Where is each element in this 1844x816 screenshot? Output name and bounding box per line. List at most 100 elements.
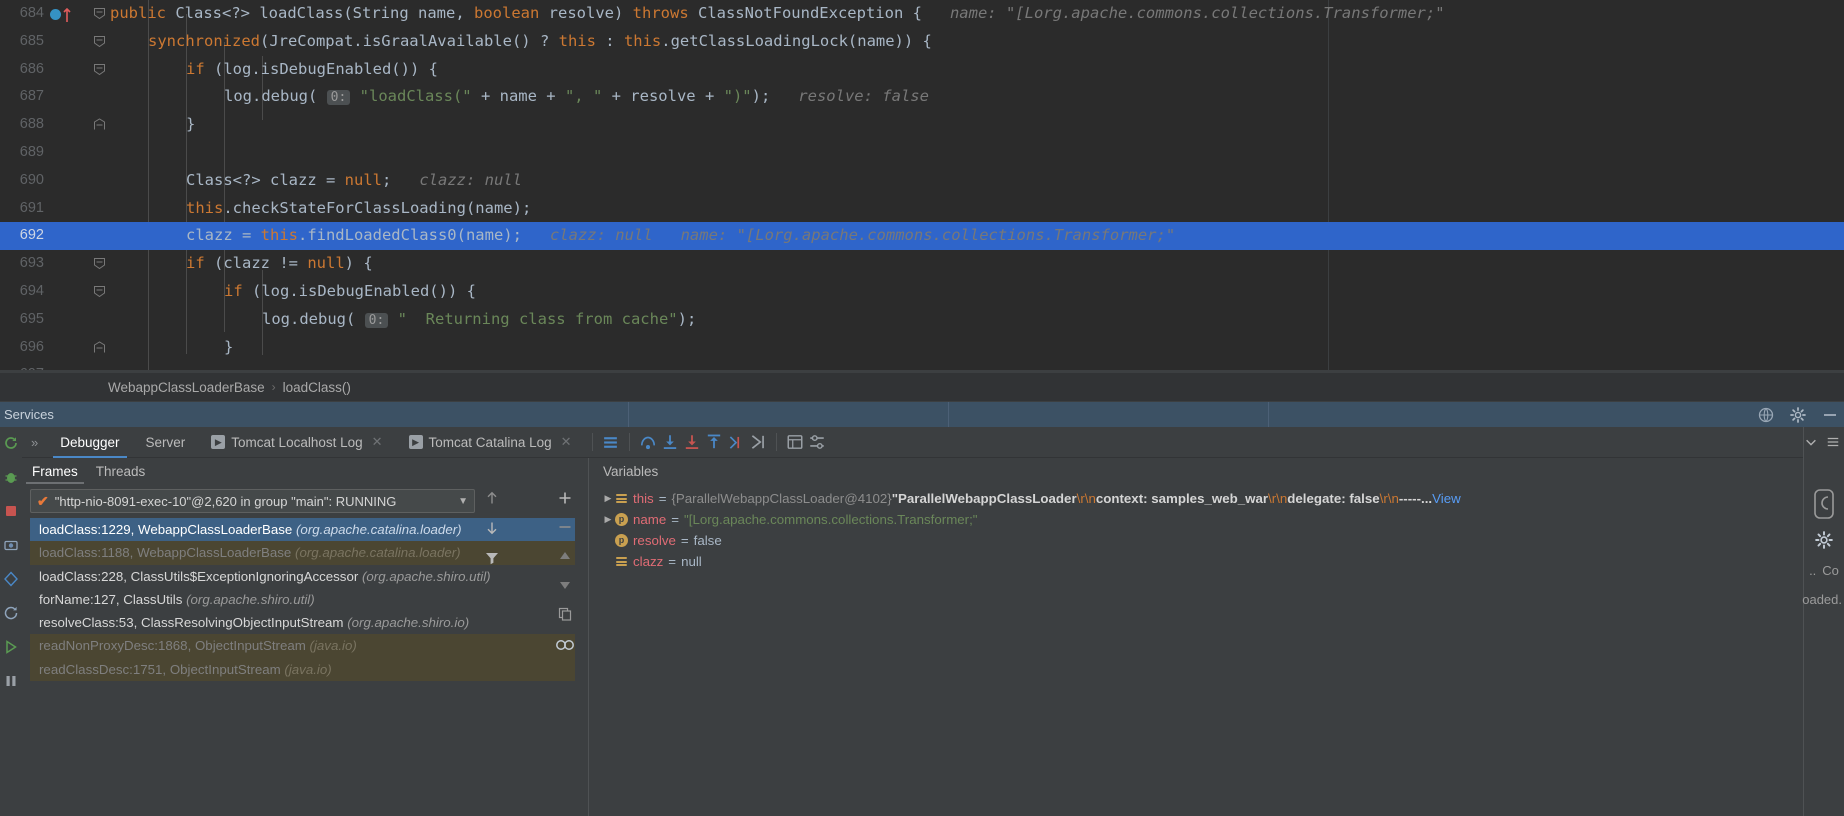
run-controls-toolbar[interactable] bbox=[0, 427, 22, 816]
fold-collapse-icon[interactable] bbox=[90, 278, 108, 306]
pause-program-icon[interactable] bbox=[3, 673, 19, 689]
run-to-cursor-icon[interactable] bbox=[747, 431, 769, 453]
code-text[interactable]: if (log.isDebugEnabled()) { bbox=[110, 56, 438, 84]
code-line[interactable]: 686 if (log.isDebugEnabled()) { bbox=[0, 56, 1844, 84]
arrow-up-icon[interactable] bbox=[484, 490, 500, 506]
variables-side-toolbar[interactable] bbox=[543, 484, 587, 804]
editor-hscrollbar-track[interactable] bbox=[108, 361, 1844, 368]
frames-side-toolbar[interactable] bbox=[477, 486, 507, 806]
fold-end-icon[interactable] bbox=[90, 334, 108, 362]
code-text[interactable]: synchronized(JreCompat.isGraalAvailable(… bbox=[110, 28, 932, 56]
frames-sub-tabs[interactable]: Frames Threads bbox=[22, 458, 586, 484]
drop-frame-icon[interactable] bbox=[725, 431, 747, 453]
code-line[interactable]: 693 if (clazz != null) { bbox=[0, 250, 1844, 278]
code-text[interactable]: if (clazz != null) { bbox=[110, 250, 373, 278]
step-into-icon[interactable] bbox=[659, 431, 681, 453]
code-line[interactable]: 695 log.debug( 0: " Returning class from … bbox=[0, 306, 1844, 334]
fold-collapse-icon[interactable] bbox=[90, 250, 108, 278]
camera-icon[interactable] bbox=[3, 537, 19, 553]
move-up-icon[interactable] bbox=[557, 548, 573, 564]
code-text[interactable]: Class<?> clazz = null; clazz: null bbox=[110, 167, 522, 195]
phone-icon[interactable] bbox=[1811, 487, 1837, 521]
expand-arrow-icon[interactable]: ▶ bbox=[601, 488, 615, 509]
restore-layout-icon[interactable] bbox=[3, 605, 19, 621]
breakpoint-icon[interactable] bbox=[50, 9, 61, 20]
layout-icon[interactable] bbox=[3, 571, 19, 587]
sub-tab-frames[interactable]: Frames bbox=[26, 458, 84, 484]
right-sidebar-dots[interactable]: .. bbox=[1809, 563, 1816, 578]
code-text[interactable]: clazz = this.findLoadedClass0(name); cla… bbox=[110, 222, 1175, 250]
tab-debugger[interactable]: Debugger bbox=[47, 427, 132, 458]
fold-collapse-icon[interactable] bbox=[90, 28, 108, 56]
list-lines-icon[interactable] bbox=[1826, 435, 1840, 449]
code-lines[interactable]: 684 public Class<?> loadClass(String name… bbox=[0, 0, 1844, 370]
variable-row[interactable]: clazz = null bbox=[601, 551, 1541, 572]
code-text[interactable]: log.debug( 0: " Returning class from cac… bbox=[110, 306, 696, 335]
code-text[interactable]: if (log.isDebugEnabled()) { bbox=[110, 278, 476, 306]
code-line[interactable]: 691 this.checkStateForClassLoading(name); bbox=[0, 195, 1844, 223]
add-watch-icon[interactable] bbox=[557, 490, 573, 506]
variable-row[interactable]: ▶ this = {ParallelWebappClassLoader@4102} "… bbox=[601, 488, 1541, 509]
fold-collapse-icon[interactable] bbox=[90, 0, 108, 28]
remove-watch-icon[interactable] bbox=[557, 519, 573, 535]
tab-tomcat-localhost-log[interactable]: ▶ Tomcat Localhost Log ✕ bbox=[198, 427, 395, 458]
variable-row[interactable]: ▶ p name = "[Lorg.apache.commons.collections… bbox=[601, 509, 1541, 530]
breadcrumb-class[interactable]: WebappClassLoaderBase bbox=[108, 380, 265, 395]
right-sidebar-console-tab[interactable]: Co bbox=[1822, 563, 1839, 578]
settings-globe-icon[interactable] bbox=[1758, 407, 1774, 423]
code-text[interactable]: } bbox=[110, 111, 195, 139]
variables-list[interactable]: ▶ this = {ParallelWebappClassLoader@4102} "… bbox=[601, 488, 1541, 572]
right-sidebar-top-icons[interactable] bbox=[1804, 435, 1840, 449]
copy-icon[interactable] bbox=[557, 606, 573, 622]
code-line[interactable]: 694 if (log.isDebugEnabled()) { bbox=[0, 278, 1844, 306]
variable-row[interactable]: p resolve = false bbox=[601, 530, 1541, 551]
step-out-icon[interactable] bbox=[703, 431, 725, 453]
minimize-icon[interactable] bbox=[1822, 407, 1838, 423]
sub-tab-threads[interactable]: Threads bbox=[96, 458, 146, 484]
resume-program-icon[interactable] bbox=[3, 639, 19, 655]
close-icon[interactable]: ✕ bbox=[372, 434, 383, 450]
code-line[interactable]: 684 public Class<?> loadClass(String name… bbox=[0, 0, 1844, 28]
breadcrumb[interactable]: WebappClassLoaderBase › loadClass() bbox=[0, 373, 1844, 401]
code-editor[interactable]: 684 public Class<?> loadClass(String name… bbox=[0, 0, 1844, 370]
code-line[interactable]: 688} bbox=[0, 111, 1844, 139]
settings-sliders-icon[interactable] bbox=[806, 431, 828, 453]
view-value-link[interactable]: View bbox=[1432, 488, 1461, 509]
right-sidebar-tabs[interactable]: .. Co bbox=[1804, 487, 1844, 578]
filter-icon[interactable] bbox=[484, 550, 500, 566]
arrow-down-icon[interactable] bbox=[484, 520, 500, 536]
tab-tomcat-catalina-log[interactable]: ▶ Tomcat Catalina Log ✕ bbox=[396, 427, 585, 458]
chevron-down-icon[interactable]: ▼ bbox=[458, 496, 468, 507]
code-text[interactable]: log.debug( 0: "loadClass(" + name + ", "… bbox=[110, 83, 929, 112]
debugger-tab-bar[interactable]: » Debugger Server ▶ Tomcat Localhost Log ✕ ▶ T… bbox=[22, 427, 1844, 458]
rerun-icon[interactable] bbox=[3, 435, 19, 451]
bug-icon[interactable] bbox=[3, 469, 19, 485]
code-line[interactable]: 689 bbox=[0, 139, 1844, 167]
expand-arrow-icon[interactable]: ▶ bbox=[601, 509, 615, 530]
watch-link-icon[interactable] bbox=[554, 635, 576, 655]
code-text[interactable]: } bbox=[110, 334, 233, 362]
gear-icon[interactable] bbox=[1815, 531, 1833, 549]
stop-icon[interactable] bbox=[3, 503, 19, 519]
code-line[interactable]: 690 Class<?> clazz = null; clazz: null bbox=[0, 167, 1844, 195]
thread-selector[interactable]: ✔ "http-nio-8091-exec-10"@2,620 in group… bbox=[30, 489, 475, 513]
code-line[interactable]: 687 log.debug( 0: "loadClass(" + name + "… bbox=[0, 83, 1844, 111]
fold-collapse-icon[interactable] bbox=[90, 56, 108, 84]
code-line[interactable]: 692 clazz = this.findLoadedClass0(name); … bbox=[0, 222, 1844, 251]
evaluate-expression-icon[interactable] bbox=[784, 431, 806, 453]
move-down-icon[interactable] bbox=[557, 577, 573, 593]
tabs-overflow-icon[interactable]: » bbox=[22, 435, 47, 450]
code-text[interactable]: public Class<?> loadClass(String name, b… bbox=[110, 0, 1445, 28]
code-line[interactable]: 696} bbox=[0, 334, 1844, 362]
tab-server[interactable]: Server bbox=[133, 427, 199, 458]
close-icon[interactable]: ✕ bbox=[561, 434, 572, 450]
gear-icon[interactable] bbox=[1790, 406, 1806, 423]
code-text[interactable]: this.checkStateForClassLoading(name); bbox=[110, 195, 531, 223]
code-line[interactable]: 685 synchronized(JreCompat.isGraalAvailab… bbox=[0, 28, 1844, 56]
fold-end-icon[interactable] bbox=[90, 111, 108, 139]
services-toolwindow-header[interactable]: Services bbox=[0, 402, 1844, 427]
breadcrumb-method[interactable]: loadClass() bbox=[283, 380, 351, 395]
step-over-icon[interactable] bbox=[637, 431, 659, 453]
force-step-into-icon[interactable] bbox=[681, 431, 703, 453]
print-log-icon[interactable] bbox=[600, 431, 622, 453]
